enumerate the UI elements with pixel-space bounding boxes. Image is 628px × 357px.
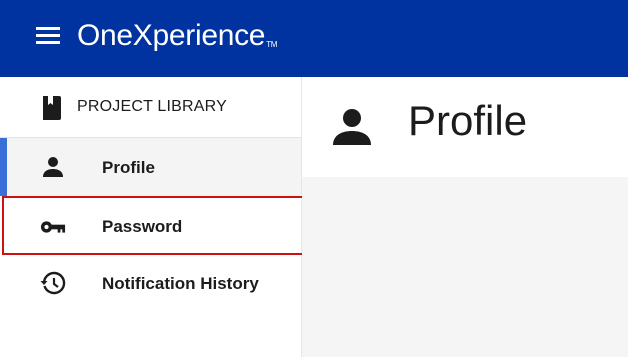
sidebar-item-profile[interactable]: Profile bbox=[0, 138, 301, 196]
project-library-label: PROJECT LIBRARY bbox=[77, 98, 228, 115]
page-header: Profile bbox=[302, 77, 628, 177]
active-indicator bbox=[0, 138, 7, 196]
book-icon bbox=[43, 96, 61, 120]
hamburger-menu-icon[interactable] bbox=[36, 27, 60, 45]
app-title-text: OneXperience bbox=[77, 19, 266, 52]
key-icon bbox=[40, 221, 66, 233]
project-library-link[interactable]: PROJECT LIBRARY bbox=[0, 77, 301, 138]
sidebar-item-password[interactable]: Password bbox=[0, 196, 304, 255]
sidebar: PROJECT LIBRARY Profile Password Notific… bbox=[0, 77, 304, 357]
sidebar-item-label: Notification History bbox=[102, 274, 259, 293]
app-header: OneXperienceTM bbox=[0, 0, 628, 77]
main-content-area bbox=[302, 177, 628, 357]
person-icon bbox=[333, 109, 371, 145]
sidebar-item-notification-history[interactable]: Notification History bbox=[0, 256, 301, 312]
sidebar-item-label: Password bbox=[102, 217, 183, 236]
history-icon bbox=[40, 271, 66, 295]
sidebar-item-label: Profile bbox=[102, 158, 155, 177]
app-title: OneXperienceTM bbox=[77, 17, 277, 55]
person-icon bbox=[43, 157, 63, 177]
trademark-mark: TM bbox=[266, 40, 278, 49]
page-title: Profile bbox=[408, 97, 528, 144]
